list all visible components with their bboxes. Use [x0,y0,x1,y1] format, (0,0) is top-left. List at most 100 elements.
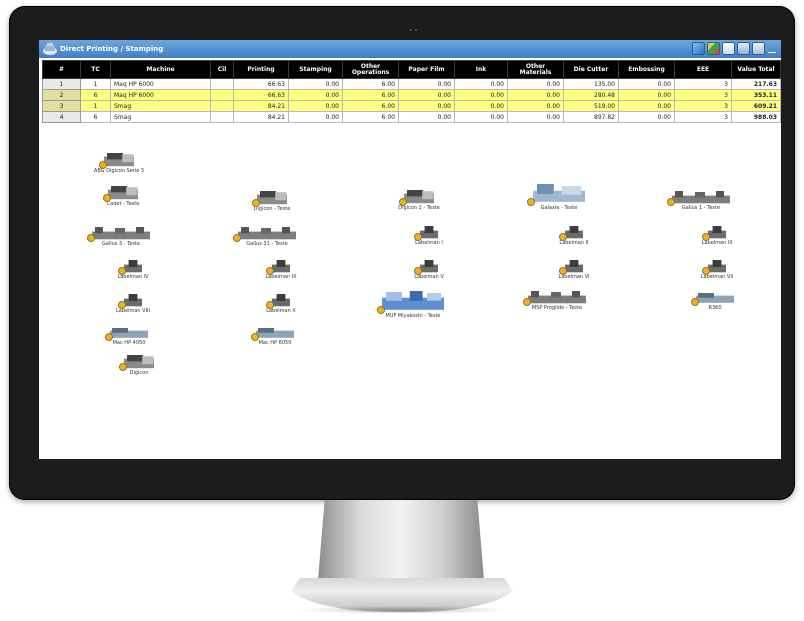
machine-item[interactable]: Labelman III [687,225,747,246]
lock-icon [252,199,260,207]
lock-icon [414,233,422,241]
col-header[interactable]: Paper Film [398,60,455,79]
cell-stamping: 0.00 [288,78,343,90]
camera-dots [410,16,420,31]
machine-item[interactable]: Labelman IV [103,259,163,280]
machine-label: Gallus 1 - Teste [681,205,721,211]
cell-printing: 84.21 [233,111,289,123]
table-row[interactable]: 3 1 Smag 84.21 0.00 6.00 0.00 0.00 0.00 519.00 0.0… [42,100,781,112]
cell-other_mat: 0.00 [507,89,564,101]
machine-item[interactable]: Labelman VIII [103,293,163,314]
app-screen: Direct Printing / Stamping # TC Machine … [39,40,781,459]
machine-item[interactable]: Labelman V [399,259,459,280]
cell-other_ops: 6.00 [342,78,399,90]
machine-item[interactable]: Labelman I [399,225,459,246]
col-header[interactable]: Ink [454,60,508,79]
col-header[interactable]: Printing [233,60,289,79]
machine-label: Labelman VII [700,274,734,280]
machine-image [702,225,728,241]
machine-image [119,353,155,371]
machine-label: Digicon - Teste [253,206,291,212]
machine-image [252,189,288,207]
lock-icon [702,233,710,241]
lock-icon [105,333,113,341]
machine-item[interactable]: ABG Digicon Serie 3 [89,151,149,174]
lock-icon [377,306,385,314]
machine-item[interactable]: MSP Proglide - Teste [523,290,587,311]
cell-eee: 3 [674,78,732,90]
minimize-button[interactable] [767,42,777,55]
lock-icon [233,234,241,242]
lock-icon [266,301,274,309]
machine-image [702,259,728,275]
table-row[interactable]: 4 6 Smag 84.21 0.00 6.00 0.00 0.00 0.00 897.82 0.0… [42,111,781,123]
lock-icon [667,198,675,206]
machine-item[interactable]: Gallus 31 - Teste [233,226,297,247]
table-header-row: # TC Machine Cil Printing Stamping Other… [42,60,781,79]
machine-item[interactable]: Mac HP 4050 [99,327,159,346]
document-icon[interactable] [722,42,735,55]
lock-icon [399,198,407,206]
col-header[interactable]: Stamping [288,60,343,79]
cell-other_ops: 6.00 [342,89,399,101]
machine-label: Labelman VI [558,274,590,280]
machine-item[interactable]: Labelman II [544,225,604,246]
settings-icon[interactable] [752,42,765,55]
cell-emb: 0.00 [618,111,675,123]
col-header[interactable]: Other Materials [507,60,564,79]
lock-icon [414,267,422,275]
machine-image [87,226,151,242]
cell-paper: 0.00 [398,111,455,123]
machine-image [99,151,135,169]
machine-item[interactable]: Labelman VI [544,259,604,280]
machine-label: Digicon 2 - Teste [398,205,440,211]
machine-item[interactable]: Digicon - Teste [242,189,302,212]
lock-icon [251,333,259,341]
machine-item[interactable]: Digicon [109,353,169,376]
machine-item[interactable]: Labelman IX [251,259,311,280]
machine-item[interactable]: Galaxie - Teste [527,182,589,211]
col-header[interactable]: Value Total [731,60,781,79]
machine-item[interactable]: Mac HP 6050 [245,327,305,346]
cell-eee: 3 [674,89,732,101]
cell-cil [210,100,234,112]
chart-icon[interactable] [692,42,705,55]
cell-machine: Smag [110,100,211,112]
col-header[interactable]: Embossing [618,60,675,79]
cell-emb: 0.00 [618,100,675,112]
cell-other_ops: 6.00 [342,111,399,123]
table-row[interactable]: 1 1 Maq HP 6000 66.63 0.00 6.00 0.00 0.00 0.00 13… [42,78,781,90]
machine-item[interactable]: Gallus 1 - Teste [667,190,731,211]
col-header[interactable]: Die Cutter [563,60,619,79]
table-row[interactable]: 2 6 Maq HP 6000 66.63 0.00 6.00 0.00 0.00 0.00 28… [42,89,781,101]
machine-image [399,188,435,206]
machine-label: Labelman X [266,308,296,314]
machine-item[interactable]: Digicon 2 - Teste [389,188,449,211]
machine-item[interactable]: Labelman X [251,293,311,314]
machine-label: Labelman III [701,240,733,246]
machine-item[interactable]: Cadet - Teste [93,184,153,207]
cell-ink: 0.00 [454,100,508,112]
machine-item[interactable]: Labelman VII [687,259,747,280]
col-header[interactable]: # [42,60,81,79]
col-header[interactable]: Cil [210,60,234,79]
palette-icon[interactable] [707,42,720,55]
window-toolbar [692,42,777,56]
machine-label: Labelman IV [117,274,149,280]
machine-item[interactable]: R360 [685,292,745,311]
print-icon[interactable] [737,42,750,55]
cell-ink: 0.00 [454,111,508,123]
cell-other_mat: 0.00 [507,100,564,112]
cell-printing: 66.63 [233,78,289,90]
machine-label: Labelman I [415,240,443,246]
col-header[interactable]: EEE [674,60,732,79]
col-header[interactable]: Other Operations [342,60,399,79]
lock-icon [118,267,126,275]
machine-label: Cadet - Teste [106,201,140,207]
col-header[interactable]: Machine [110,60,211,79]
machine-item[interactable]: Gallus 3 - Teste [87,226,151,247]
machine-label: Gallus 31 - Teste [246,241,288,247]
machine-item[interactable]: MUF Miyakoshi - Teste [377,290,445,319]
cell-tc: 6 [80,89,111,101]
col-header[interactable]: TC [80,60,111,79]
